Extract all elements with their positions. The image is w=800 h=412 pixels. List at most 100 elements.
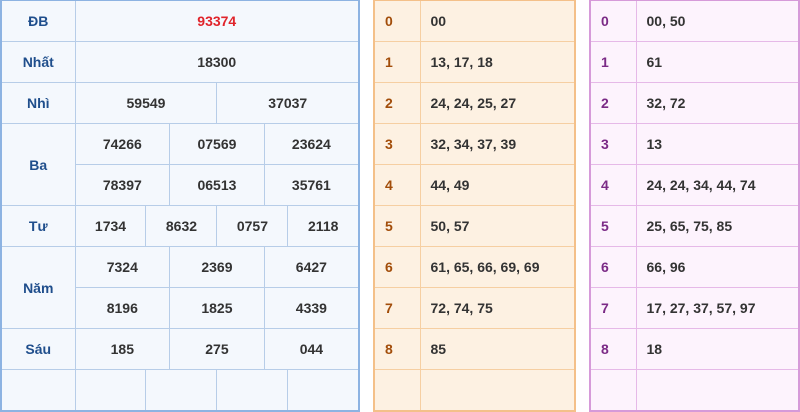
prize-tu-value: 0757 [216,205,289,247]
tail-row-partial [589,369,800,412]
head-digit: 7 [373,287,421,329]
prize-tu-value: 1734 [74,205,147,247]
results-table: ĐB 93374 Nhất 18300 Nhì 59549 37037 Ba 7… [0,0,360,412]
row-nhat: Nhất 18300 [0,41,360,83]
head-numbers: 72, 74, 75 [419,287,576,329]
tail-numbers: 32, 72 [635,82,800,124]
tail-numbers: 61 [635,41,800,83]
head-row: 4 44, 49 [373,164,576,206]
prize-nam-value: 8196 [74,287,171,329]
head-row: 5 50, 57 [373,205,576,247]
prize-label-partial [0,369,76,412]
tail-row: 1 61 [589,41,800,83]
prize-nam-value: 7324 [74,246,171,288]
tail-digit: 6 [589,246,637,288]
tail-numbers: 25, 65, 75, 85 [635,205,800,247]
head-row: 0 00 [373,0,576,42]
tail-digit: 4 [589,164,637,206]
prize-nam-value: 1825 [169,287,265,329]
tail-row: 0 00, 50 [589,0,800,42]
prize-ba-value: 06513 [169,164,265,206]
head-numbers: 13, 17, 18 [419,41,576,83]
prize-label-db: ĐB [0,0,76,42]
head-digit: 8 [373,328,421,370]
tail-numbers: 24, 24, 34, 44, 74 [635,164,800,206]
head-digit [373,369,421,412]
prize-nhi-value: 37037 [216,82,360,124]
prize-partial-cell [216,369,289,412]
prize-sau-value: 185 [74,328,171,370]
head-digit: 0 [373,0,421,42]
head-numbers: 61, 65, 66, 69, 69 [419,246,576,288]
prize-ba-value: 74266 [74,123,171,165]
prize-nam-value: 2369 [169,246,265,288]
tail-numbers: 00, 50 [635,0,800,42]
head-numbers: 24, 24, 25, 27 [419,82,576,124]
head-numbers: 32, 34, 37, 39 [419,123,576,165]
prize-ba-value: 78397 [74,164,171,206]
head-row: 3 32, 34, 37, 39 [373,123,576,165]
head-numbers: 85 [419,328,576,370]
tail-numbers: 17, 27, 37, 57, 97 [635,287,800,329]
tail-numbers: 66, 96 [635,246,800,288]
head-numbers: 50, 57 [419,205,576,247]
prize-partial-cell [287,369,360,412]
row-nhi: Nhì 59549 37037 [0,82,360,124]
prize-tu-value: 8632 [145,205,218,247]
head-table: 0 00 1 13, 17, 18 2 24, 24, 25, 27 3 32, 34,… [373,0,576,412]
tail-row: 2 32, 72 [589,82,800,124]
head-numbers: 00 [419,0,576,42]
prize-label-nam: Năm [0,246,76,329]
prize-partial-cell [145,369,218,412]
row-partial [0,369,360,412]
row-db: ĐB 93374 [0,0,360,42]
prize-ba-value: 35761 [263,164,360,206]
row-nam-1: Năm 7324 2369 6427 [0,246,360,329]
head-digit: 5 [373,205,421,247]
prize-partial-cell [74,369,147,412]
prize-label-ba: Ba [0,123,76,206]
head-row: 8 85 [373,328,576,370]
prize-label-nhi: Nhì [0,82,76,124]
head-digit: 2 [373,82,421,124]
head-numbers [419,369,576,412]
tail-digit: 3 [589,123,637,165]
tail-row: 8 18 [589,328,800,370]
prize-sau-value: 044 [263,328,360,370]
tail-row: 7 17, 27, 37, 57, 97 [589,287,800,329]
head-digit: 4 [373,164,421,206]
head-digit: 3 [373,123,421,165]
prize-ba-value: 07569 [169,123,265,165]
prize-label-nhat: Nhất [0,41,76,83]
prize-sau-value: 275 [169,328,265,370]
tail-row: 5 25, 65, 75, 85 [589,205,800,247]
head-digit: 1 [373,41,421,83]
head-row: 2 24, 24, 25, 27 [373,82,576,124]
tail-digit: 7 [589,287,637,329]
row-tu: Tư 1734 8632 0757 2118 [0,205,360,247]
tail-digit: 0 [589,0,637,42]
prize-db-value: 93374 [74,0,360,42]
tail-row: 4 24, 24, 34, 44, 74 [589,164,800,206]
tail-numbers [635,369,800,412]
prize-ba-value: 23624 [263,123,360,165]
head-row: 1 13, 17, 18 [373,41,576,83]
row-sau: Sáu 185 275 044 [0,328,360,370]
prize-nhi-value: 59549 [74,82,218,124]
tail-numbers: 13 [635,123,800,165]
prize-nhat-value: 18300 [74,41,360,83]
tail-digit: 8 [589,328,637,370]
head-numbers: 44, 49 [419,164,576,206]
tail-digit: 5 [589,205,637,247]
tail-digit: 1 [589,41,637,83]
head-row: 6 61, 65, 66, 69, 69 [373,246,576,288]
prize-label-tu: Tư [0,205,76,247]
head-row-partial [373,369,576,412]
prize-nam-value: 6427 [263,246,360,288]
head-digit: 6 [373,246,421,288]
row-ba-1: Ba 74266 07569 23624 [0,123,360,206]
tail-numbers: 18 [635,328,800,370]
tail-row: 6 66, 96 [589,246,800,288]
head-row: 7 72, 74, 75 [373,287,576,329]
tail-table: 0 00, 50 1 61 2 32, 72 3 13 4 24, 24, 34, 44,… [589,0,800,412]
